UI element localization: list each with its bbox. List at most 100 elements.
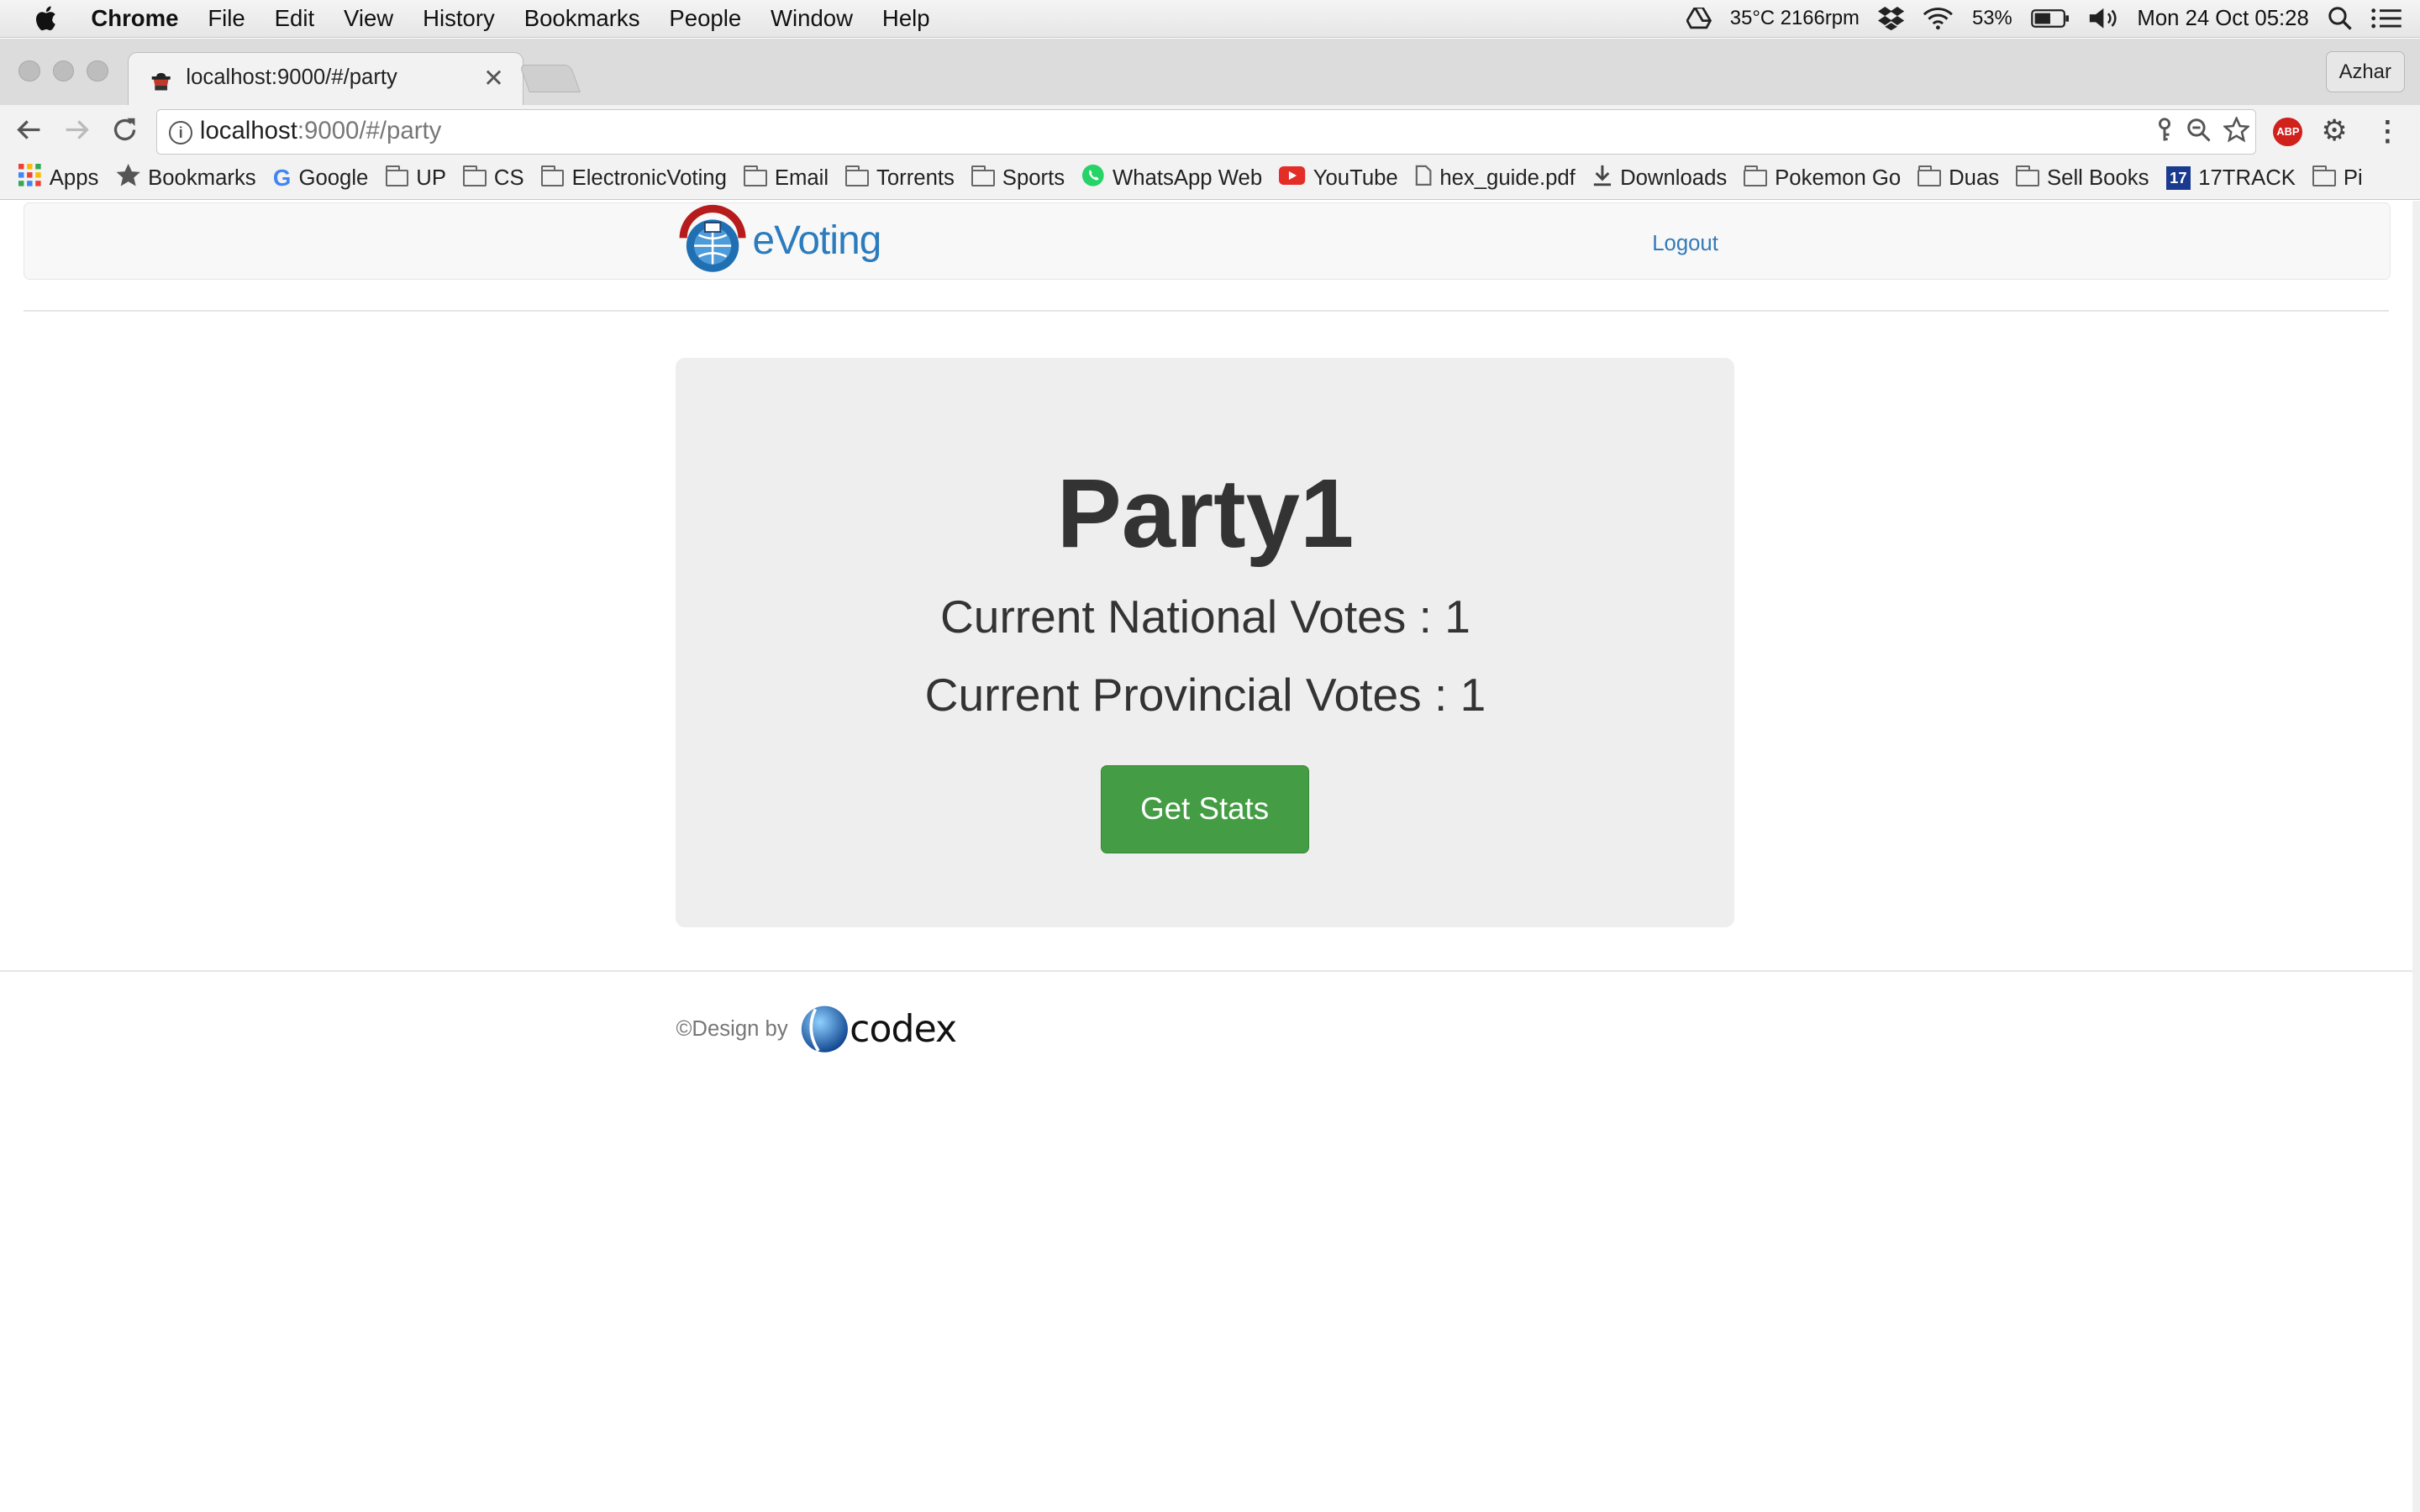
star-icon: [116, 163, 140, 193]
menu-file[interactable]: File: [208, 5, 245, 32]
volume-icon[interactable]: [2088, 7, 2119, 30]
notification-center-icon[interactable]: [2370, 8, 2402, 29]
menu-window[interactable]: Window: [771, 5, 853, 32]
bookmark-hex-guide[interactable]: hex_guide.pdf: [1415, 165, 1576, 192]
bookmark-label: Google: [298, 165, 369, 190]
spotlight-search-icon[interactable]: [2328, 6, 2352, 31]
tab-close-icon[interactable]: ✕: [483, 64, 504, 93]
menu-edit[interactable]: Edit: [275, 5, 314, 32]
get-stats-button[interactable]: Get Stats: [1100, 764, 1309, 853]
bookmark-pi[interactable]: Pi: [2312, 165, 2363, 191]
address-url[interactable]: localhost:9000/#/party: [200, 117, 441, 145]
forward-arrow-icon[interactable]: [61, 116, 92, 147]
national-votes: Current National Votes : 1: [940, 590, 1470, 643]
bookmark-electronicvoting[interactable]: ElectronicVoting: [540, 165, 727, 191]
folder-icon: [2016, 165, 2039, 187]
youtube-icon: [1279, 165, 1306, 191]
codex-sphere-icon: [802, 1005, 849, 1053]
bookmark-whatsapp-web[interactable]: WhatsApp Web: [1081, 164, 1262, 193]
bookmark-google[interactable]: G Google: [273, 165, 369, 192]
folder-icon: [2312, 165, 2336, 187]
folder-icon: [744, 165, 767, 187]
battery-percent[interactable]: 53%: [1972, 7, 2012, 30]
reload-icon[interactable]: [109, 116, 140, 147]
bookmark-apps[interactable]: Apps: [18, 163, 99, 193]
clock[interactable]: Mon 24 Oct 05:28: [2137, 7, 2308, 31]
temperature-fan-readout[interactable]: 35°C 2166rpm: [1730, 7, 1860, 30]
page-scrollbar[interactable]: [2412, 200, 2420, 1512]
zoom-icon[interactable]: [2186, 118, 2211, 149]
adblock-plus-icon[interactable]: ABP: [2273, 117, 2303, 147]
address-bar[interactable]: i localhost:9000/#/party: [155, 109, 2257, 155]
bookmark-bookmarks[interactable]: Bookmarks: [116, 163, 256, 193]
bookmark-label: Apps: [49, 165, 99, 190]
menu-people[interactable]: People: [669, 5, 741, 32]
battery-icon[interactable]: [2030, 9, 2070, 28]
minimize-window-button[interactable]: [52, 60, 75, 82]
footer: ©Design by codex: [676, 1003, 957, 1055]
bookmark-label: Duas: [1949, 165, 2000, 190]
footer-credit: ©Design by: [676, 1016, 788, 1041]
profile-button[interactable]: Azhar: [2325, 50, 2405, 93]
tab-favicon-icon: [149, 67, 173, 92]
chrome-menu-icon[interactable]: ⋮: [2374, 114, 2402, 148]
back-arrow-icon[interactable]: [14, 116, 45, 147]
menu-bookmarks[interactable]: Bookmarks: [524, 5, 640, 32]
divider: [23, 310, 2390, 312]
bookmark-label: Torrents: [876, 165, 955, 190]
tab-active[interactable]: localhost:9000/#/party ✕: [128, 52, 523, 106]
17track-icon: 17: [2165, 166, 2191, 190]
bookmark-label: Email: [774, 165, 829, 190]
wifi-icon[interactable]: [1923, 7, 1954, 30]
bookmark-label: YouTube: [1313, 165, 1398, 190]
bookmark-label: 17TRACK: [2198, 165, 2296, 190]
tab-title: localhost:9000/#/party: [186, 66, 397, 90]
window-controls: [18, 60, 109, 82]
dropbox-icon[interactable]: [1877, 7, 1905, 30]
new-tab-button[interactable]: [519, 65, 581, 93]
bookmark-up[interactable]: UP: [385, 165, 446, 191]
bookmark-label: ElectronicVoting: [571, 165, 727, 190]
bookmark-label: UP: [416, 165, 446, 190]
key-icon[interactable]: [2155, 118, 2174, 149]
download-icon: [1592, 164, 1612, 193]
bookmark-star-icon[interactable]: [2222, 115, 2251, 150]
evoting-globe-icon: [679, 204, 746, 272]
folder-icon: [540, 165, 565, 187]
site-info-icon[interactable]: i: [169, 121, 193, 145]
folder-icon: [971, 165, 995, 187]
google-drive-icon[interactable]: [1686, 8, 1712, 29]
bookmark-torrents[interactable]: Torrents: [845, 165, 955, 191]
menu-history[interactable]: History: [423, 5, 495, 32]
google-icon: G: [272, 165, 292, 192]
apple-menu-icon[interactable]: [34, 5, 57, 37]
bookmark-sports[interactable]: Sports: [971, 165, 1065, 191]
bookmark-pokemon-go[interactable]: Pokemon Go: [1744, 165, 1901, 191]
gear-icon[interactable]: ⚙: [2321, 114, 2347, 148]
macos-menu-bar: Chrome File Edit View History Bookmarks …: [0, 0, 2420, 39]
menu-view[interactable]: View: [344, 5, 393, 32]
folder-icon: [1918, 165, 1941, 187]
bookmark-label: hex_guide.pdf: [1439, 165, 1576, 190]
file-icon: [1415, 165, 1432, 192]
bookmark-sell-books[interactable]: Sell Books: [2016, 165, 2149, 191]
page-content: eVoting Logout Party1 Current National V…: [0, 200, 2412, 1512]
party-jumbotron: Party1 Current National Votes : 1 Curren…: [676, 358, 1735, 927]
logout-link[interactable]: Logout: [1652, 232, 1718, 256]
codex-logo[interactable]: codex: [800, 1003, 957, 1055]
zoom-window-button[interactable]: [87, 60, 109, 82]
url-path: :9000/#/party: [297, 116, 442, 144]
menu-help[interactable]: Help: [882, 5, 930, 32]
bookmark-label: Sports: [1002, 165, 1065, 190]
bookmark-duas[interactable]: Duas: [1918, 165, 2000, 191]
bookmark-youtube[interactable]: YouTube: [1279, 165, 1398, 191]
bookmark-17track[interactable]: 17 17TRACK: [2165, 165, 2296, 191]
codex-wordmark: codex: [850, 1007, 957, 1051]
bookmark-cs[interactable]: CS: [463, 165, 524, 191]
bookmark-email[interactable]: Email: [744, 165, 829, 191]
brand-logo[interactable]: eVoting: [676, 203, 881, 279]
bookmark-downloads[interactable]: Downloads: [1592, 164, 1727, 193]
menu-app-chrome[interactable]: Chrome: [91, 5, 178, 32]
bookmark-label: Downloads: [1620, 165, 1728, 190]
close-window-button[interactable]: [18, 60, 40, 82]
